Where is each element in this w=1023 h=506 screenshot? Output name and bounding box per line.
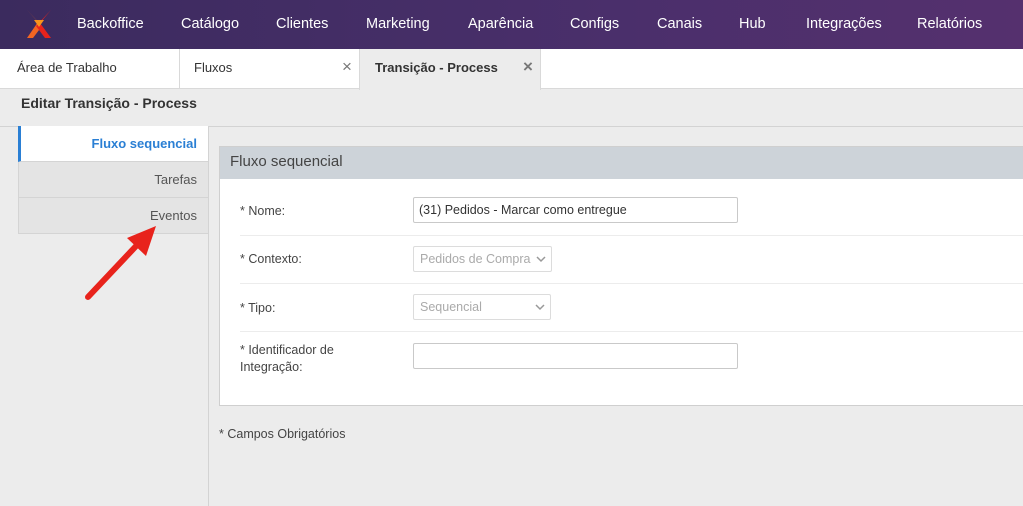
brand-logo-icon[interactable]	[24, 8, 54, 40]
form-row-tipo: * Tipo: Sequencial	[240, 284, 1023, 332]
form-row-identificador: * Identificador de Integração:	[240, 332, 1023, 392]
nav-item-canais[interactable]: Canais	[657, 0, 702, 49]
left-menu: Fluxo sequencial Tarefas Eventos	[18, 126, 209, 234]
tab-label: Fluxos	[194, 60, 233, 75]
page-title: Editar Transição - Process	[21, 95, 197, 111]
contexto-label: * Contexto:	[240, 252, 302, 266]
nav-item-aparencia[interactable]: Aparência	[468, 0, 533, 49]
nav-item-integracoes[interactable]: Integrações	[806, 0, 882, 49]
close-icon[interactable]: ×	[521, 49, 535, 87]
nav-item-clientes[interactable]: Clientes	[276, 0, 328, 49]
tipo-select[interactable]: Sequencial	[413, 294, 551, 320]
nav-item-hub[interactable]: Hub	[739, 0, 766, 49]
tab-fluxos[interactable]: Fluxos ×	[180, 49, 360, 89]
form-row-nome: * Nome: (31) Pedidos - Marcar como entre…	[240, 179, 1023, 236]
nav-item-backoffice[interactable]: Backoffice	[77, 0, 144, 49]
menu-item-tarefas[interactable]: Tarefas	[18, 162, 209, 198]
tab-label: Área de Trabalho	[17, 60, 117, 75]
top-navbar: Backoffice Catálogo Clientes Marketing A…	[0, 0, 1023, 49]
tab-transicao-process[interactable]: Transição - Process ×	[359, 49, 541, 90]
close-icon[interactable]: ×	[340, 49, 354, 87]
tab-bar: Área de Trabalho Fluxos × Transição - Pr…	[0, 49, 1023, 90]
divider	[208, 126, 209, 506]
form-panel: Fluxo sequencial * Nome: (31) Pedidos - …	[219, 146, 1023, 406]
contexto-value: Pedidos de Compra	[420, 252, 531, 266]
tipo-label: * Tipo:	[240, 301, 276, 315]
chevron-down-icon	[536, 247, 546, 281]
tipo-value: Sequencial	[420, 300, 482, 314]
nome-input[interactable]: (31) Pedidos - Marcar como entregue	[413, 197, 738, 223]
nav-item-configs[interactable]: Configs	[570, 0, 619, 49]
identificador-label-line1: * Identificador de	[240, 343, 334, 357]
annotation-arrow-icon	[85, 226, 156, 300]
contexto-select[interactable]: Pedidos de Compra	[413, 246, 552, 272]
identificador-label-line2: Integração:	[240, 360, 303, 374]
identificador-label: * Identificador de Integração:	[240, 342, 334, 376]
nav-item-catalogo[interactable]: Catálogo	[181, 0, 239, 49]
menu-item-fluxo-sequencial[interactable]: Fluxo sequencial	[18, 126, 209, 162]
form-row-contexto: * Contexto: Pedidos de Compra	[240, 236, 1023, 284]
panel-title: Fluxo sequencial	[220, 147, 1023, 179]
nav-item-marketing[interactable]: Marketing	[366, 0, 430, 49]
required-fields-note: * Campos Obrigatórios	[219, 427, 346, 441]
identificador-input[interactable]	[413, 343, 738, 369]
nome-label: * Nome:	[240, 204, 286, 218]
nav-item-relatorios[interactable]: Relatórios	[917, 0, 982, 49]
tab-label: Transição - Process	[375, 60, 498, 75]
tab-area-de-trabalho[interactable]: Área de Trabalho	[0, 49, 180, 89]
chevron-down-icon	[535, 295, 545, 329]
